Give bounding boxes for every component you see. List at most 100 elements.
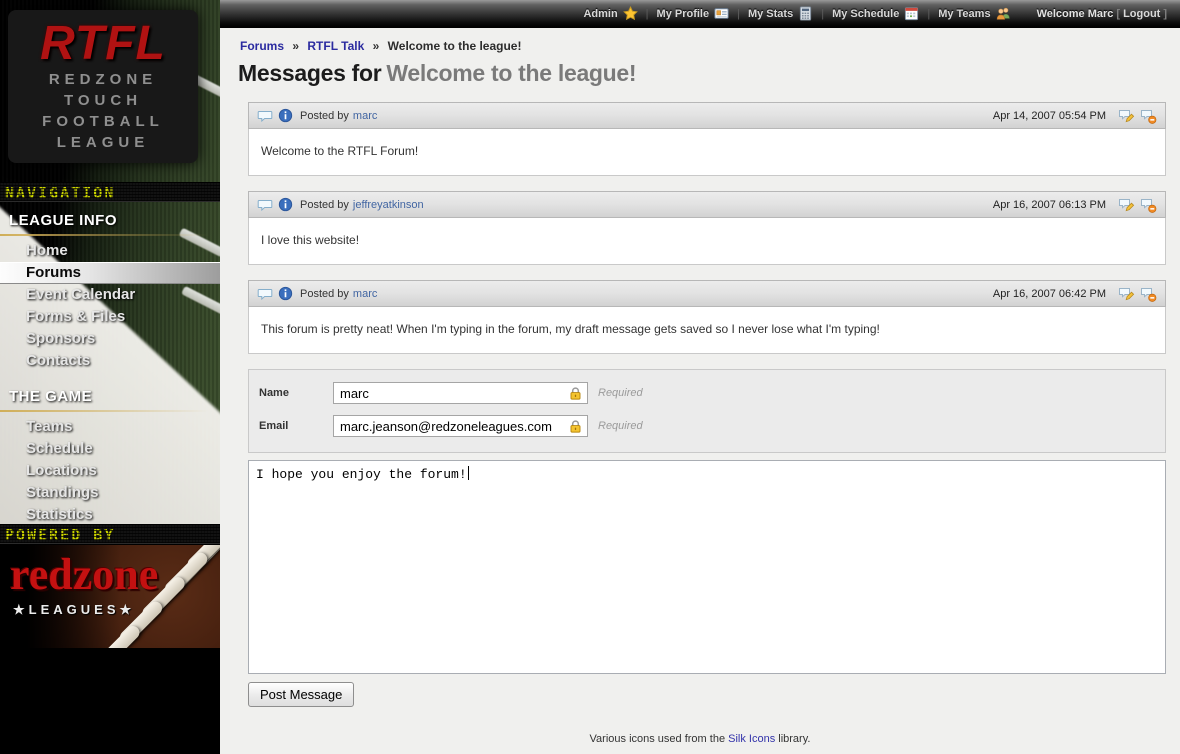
sidebar-item-schedule[interactable]: Schedule [0,438,220,460]
topbar-item-my-stats[interactable]: My Stats [748,6,813,21]
breadcrumb-separator: » [292,39,299,53]
star-icon [623,6,638,21]
section-title-league-info: LEAGUE INFO [0,212,220,232]
sidebar-section-the-game: THE GAME Teams Schedule Locations Standi… [0,388,220,526]
delete-comment-icon[interactable] [1140,108,1157,124]
page-title-subject: Welcome to the league! [386,60,636,86]
edit-comment-icon[interactable] [1118,197,1135,213]
delete-comment-icon[interactable] [1140,197,1157,213]
welcome-user-text: Welcome Marc [1037,8,1114,20]
topbar: Admin | My Profile | My Stats | My Sched… [220,0,1180,28]
redzone-logo-text[interactable]: redzone [10,553,158,597]
lock-icon [568,386,583,401]
calendar-icon [904,6,919,21]
name-input[interactable] [333,382,588,404]
rtfl-logo-line: LEAGUE [8,132,198,153]
powered-by-band: POWERED BY [0,524,220,544]
breadcrumb-link-rtfl-talk[interactable]: RTFL Talk [307,39,364,53]
logout-link[interactable]: Logout [1123,8,1160,20]
separator: | [646,8,649,20]
info-icon[interactable] [278,286,293,301]
topbar-item-my-teams[interactable]: My Teams [938,6,1010,21]
button-row: Post Message [248,682,1166,707]
sidebar-item-event-calendar[interactable]: Event Calendar [0,284,220,306]
redzone-leagues-logo: redzone ★LEAGUES★ [0,545,220,648]
info-icon[interactable] [278,197,293,212]
message-header: Posted by jeffreyatkinson Apr 16, 2007 0… [248,191,1166,218]
topbar-item-admin[interactable]: Admin [583,6,637,21]
name-label: Name [259,387,333,399]
message-post: Posted by marc Apr 14, 2007 05:54 PM Wel… [248,102,1166,176]
post-date: Apr 16, 2007 06:42 PM [993,288,1106,300]
comment-icon [257,286,273,302]
silk-icons-link[interactable]: Silk Icons [728,733,775,745]
topbar-item-my-schedule-label: My Schedule [832,8,899,20]
topbar-item-my-stats-label: My Stats [748,8,793,20]
navigation-band-label: NAVIGATION [5,184,115,202]
post-date: Apr 16, 2007 06:13 PM [993,199,1106,211]
rtfl-logo-line: TOUCH [8,90,198,111]
breadcrumb-current: Welcome to the league! [388,39,522,53]
topbar-item-my-profile[interactable]: My Profile [657,6,730,21]
sidebar-item-home[interactable]: Home [0,240,220,262]
required-hint: Required [598,420,643,432]
sidebar-item-sponsors[interactable]: Sponsors [0,328,220,350]
author-link[interactable]: marc [353,288,377,300]
post-date: Apr 14, 2007 05:54 PM [993,110,1106,122]
sidebar-item-statistics[interactable]: Statistics [0,504,220,526]
section-underline [0,410,220,412]
footer-text: Various icons used from the [590,733,729,745]
section-underline [0,234,220,236]
sidebar-item-teams[interactable]: Teams [0,416,220,438]
sidebar-item-locations[interactable]: Locations [0,460,220,482]
page-title-prefix: Messages for [238,60,381,86]
lock-icon [568,419,583,434]
separator: | [821,8,824,20]
message-body: This forum is pretty neat! When I'm typi… [248,307,1166,354]
email-input[interactable] [333,415,588,437]
edit-comment-icon[interactable] [1118,286,1135,302]
breadcrumb-separator: » [373,39,380,53]
topbar-item-my-teams-label: My Teams [938,8,990,20]
required-hint: Required [598,387,643,399]
forum-content: Forums » RTFL Talk » Welcome to the leag… [220,28,1180,754]
edit-comment-icon[interactable] [1118,108,1135,124]
page-footer: Various icons used from the Silk Icons l… [220,733,1180,754]
message-body: I love this website! [248,218,1166,265]
sidebar-section-league-info: LEAGUE INFO Home Forums Event Calendar F… [0,212,220,372]
message-body: Welcome to the RTFL Forum! [248,129,1166,176]
redzone-logo-subtext: ★LEAGUES★ [13,602,135,618]
sidebar-item-forms-files[interactable]: Forms & Files [0,306,220,328]
breadcrumb: Forums » RTFL Talk » Welcome to the leag… [240,39,1166,53]
section-title-the-game: THE GAME [0,388,220,408]
comment-icon [257,197,273,213]
info-icon[interactable] [278,108,293,123]
footer-text: library. [775,733,810,745]
rtfl-logo[interactable]: RTFL REDZONE TOUCH FOOTBALL LEAGUE [8,10,198,163]
post-message-button[interactable]: Post Message [248,682,354,707]
sidebar-item-standings[interactable]: Standings [0,482,220,504]
sidebar: RTFL REDZONE TOUCH FOOTBALL LEAGUE NAVIG… [0,0,220,754]
message-draft-text: I hope you enjoy the forum! [256,467,467,482]
author-link[interactable]: marc [353,110,377,122]
sidebar-item-contacts[interactable]: Contacts [0,350,220,372]
breadcrumb-link-forums[interactable]: Forums [240,39,284,53]
topbar-item-my-schedule[interactable]: My Schedule [832,6,919,21]
app-root: RTFL REDZONE TOUCH FOOTBALL LEAGUE NAVIG… [0,0,1180,754]
reply-form: Name Required Email Required [248,369,1166,453]
message-textarea[interactable]: I hope you enjoy the forum! [248,460,1166,674]
logout-bracket: [ [1116,8,1120,20]
message-post: Posted by jeffreyatkinson Apr 16, 2007 0… [248,191,1166,265]
topbar-item-my-profile-label: My Profile [657,8,710,20]
message-header: Posted by marc Apr 14, 2007 05:54 PM [248,102,1166,129]
email-input-wrap [333,415,588,437]
name-input-wrap [333,382,588,404]
posted-by-label: Posted by [300,110,349,122]
posted-by-label: Posted by [300,199,349,211]
sidebar-item-forums[interactable]: Forums [0,262,220,284]
delete-comment-icon[interactable] [1140,286,1157,302]
author-link[interactable]: jeffreyatkinson [353,199,424,211]
group-icon [996,6,1011,21]
calculator-icon [798,6,813,21]
email-field-row: Email Required [259,415,1155,437]
